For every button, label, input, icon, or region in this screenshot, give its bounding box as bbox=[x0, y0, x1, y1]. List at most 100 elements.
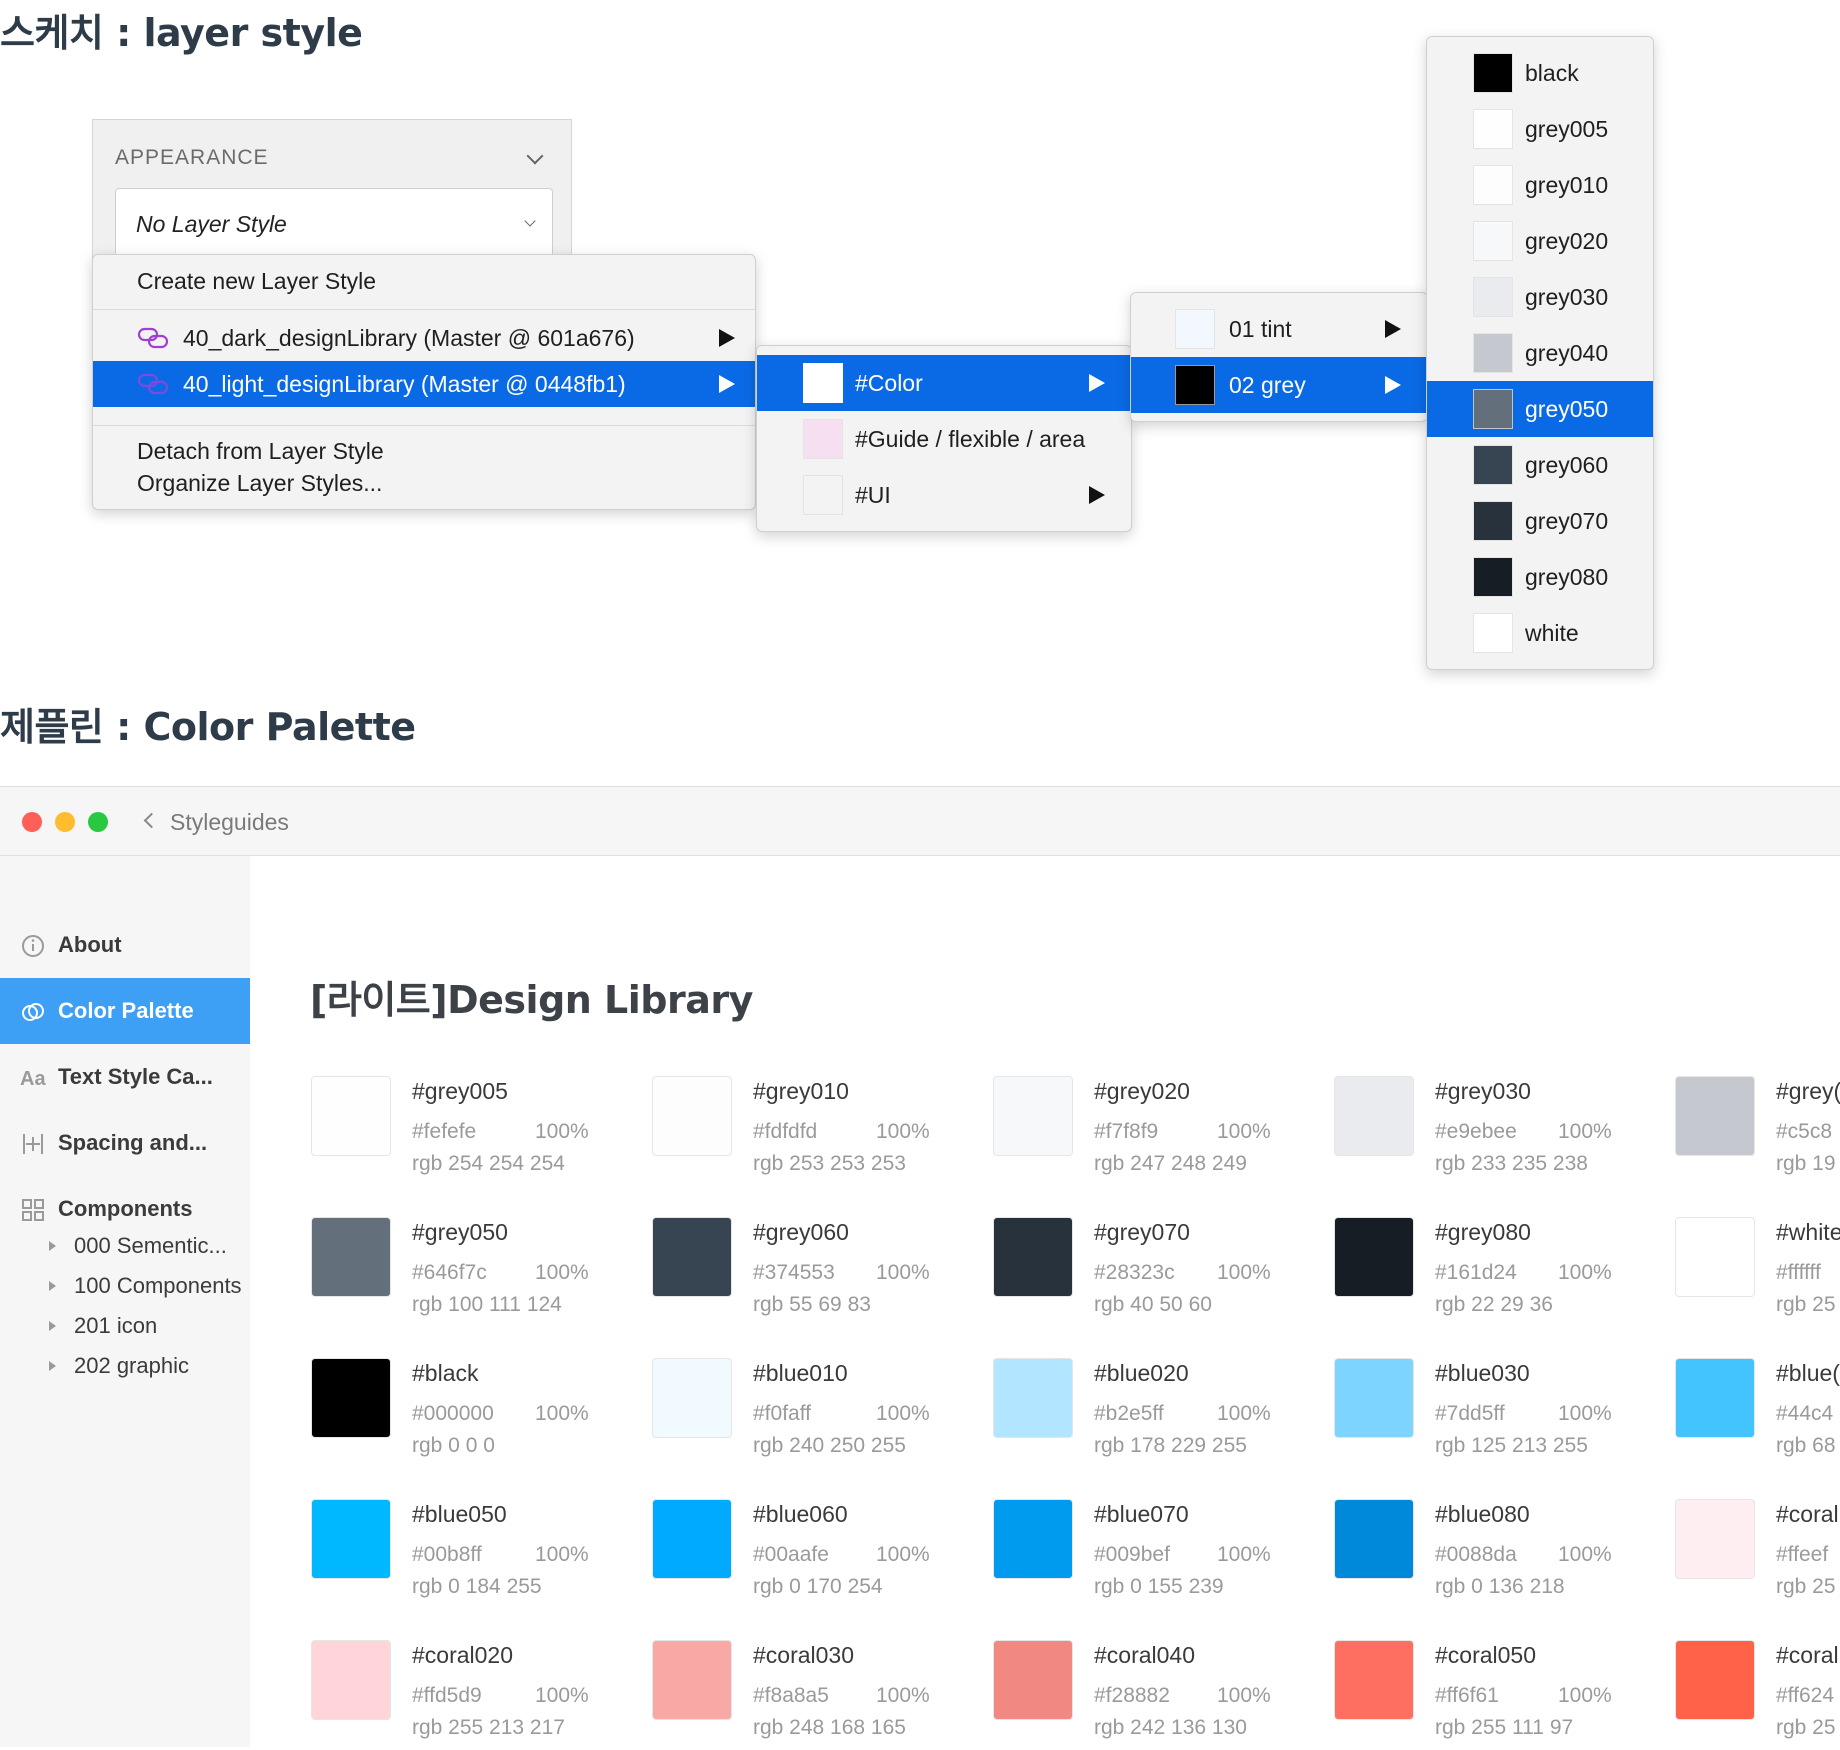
color-card[interactable]: #blue060 #00aafe 100% rgb 0 170 254 bbox=[652, 1499, 992, 1609]
chevron-down-icon[interactable] bbox=[526, 147, 544, 165]
color-card[interactable]: #black #000000 100% rgb 0 0 0 bbox=[311, 1358, 651, 1468]
svg-text:Aa: Aa bbox=[20, 1068, 46, 1090]
color-hex: #ffeef bbox=[1776, 1543, 1829, 1566]
disclosure-triangle-icon[interactable] bbox=[49, 1241, 56, 1251]
breadcrumb[interactable]: Styleguides bbox=[170, 809, 289, 836]
create-layer-style-item[interactable]: Create new Layer Style bbox=[93, 255, 755, 307]
color-card[interactable]: #coral #ffeef rgb 25 bbox=[1675, 1499, 1840, 1609]
color-swatch bbox=[1675, 1640, 1755, 1720]
components-icon bbox=[20, 1197, 46, 1223]
color-card[interactable]: #blue010 #f0faff 100% rgb 240 250 255 bbox=[652, 1358, 992, 1468]
color-card[interactable]: #white #ffffff rgb 25 bbox=[1675, 1217, 1840, 1327]
menu-item[interactable]: 01 tint bbox=[1131, 301, 1427, 357]
color-card[interactable]: #blue(#44c4 rgb 68 bbox=[1675, 1358, 1840, 1468]
disclosure-triangle-icon[interactable] bbox=[49, 1281, 56, 1291]
library-item[interactable]: 40_dark_designLibrary (Master @ 601a676) bbox=[93, 315, 755, 361]
menu-item-label: grey050 bbox=[1525, 395, 1609, 422]
minimize-window-button[interactable] bbox=[55, 812, 75, 832]
color-hex: #f7f8f9 bbox=[1094, 1120, 1159, 1143]
color-card[interactable]: #coral040 #f28882 100% rgb 242 136 130 bbox=[993, 1640, 1333, 1750]
zoom-window-button[interactable] bbox=[88, 812, 108, 832]
color-rgb: rgb 0 155 239 bbox=[1094, 1575, 1224, 1598]
color-card[interactable]: #blue020 #b2e5ff 100% rgb 178 229 255 bbox=[993, 1358, 1333, 1468]
color-card[interactable]: #coral030 #f8a8a5 100% rgb 248 168 165 bbox=[652, 1640, 992, 1750]
color-swatch bbox=[1473, 501, 1513, 541]
color-card[interactable]: #coral #ff624 rgb 25 bbox=[1675, 1640, 1840, 1750]
back-chevron-icon[interactable] bbox=[143, 812, 160, 829]
color-hex: #44c4 bbox=[1776, 1402, 1834, 1425]
component-tree-item[interactable]: 201 icon bbox=[0, 1313, 250, 1345]
component-tree-item[interactable]: 000 Sementic... bbox=[0, 1233, 250, 1265]
color-hex: #374553 bbox=[753, 1261, 835, 1284]
tree-item-label: 100 Components bbox=[74, 1273, 242, 1298]
menu-item[interactable]: grey080 bbox=[1427, 549, 1653, 605]
color-card[interactable]: #coral050 #ff6f61 100% rgb 255 111 97 bbox=[1334, 1640, 1674, 1750]
color-card[interactable]: #grey020 #f7f8f9 100% rgb 247 248 249 bbox=[993, 1076, 1333, 1186]
color-card[interactable]: #blue030 #7dd5ff 100% rgb 125 213 255 bbox=[1334, 1358, 1674, 1468]
disclosure-triangle-icon[interactable] bbox=[49, 1361, 56, 1371]
menu-item[interactable]: #Color bbox=[757, 355, 1131, 411]
sidebar-item[interactable]: Color Palette bbox=[0, 978, 250, 1044]
color-name: #white bbox=[1776, 1219, 1840, 1245]
color-rgb: rgb 255 111 97 bbox=[1435, 1716, 1574, 1739]
color-rgb: rgb 25 bbox=[1776, 1293, 1836, 1316]
menu-item[interactable]: #Guide / flexible / area bbox=[757, 411, 1131, 467]
submenu-arrow-icon bbox=[1089, 374, 1105, 392]
color-card[interactable]: #grey010 #fdfdfd 100% rgb 253 253 253 bbox=[652, 1076, 992, 1186]
menu-item[interactable]: #UI bbox=[757, 467, 1131, 523]
color-swatch bbox=[1473, 389, 1513, 429]
color-card[interactable]: #grey005 #fefefe 100% rgb 254 254 254 bbox=[311, 1076, 651, 1186]
menu-item[interactable]: grey005 bbox=[1427, 101, 1653, 157]
organize-label: Organize Layer Styles... bbox=[137, 469, 383, 496]
submenu-arrow-icon bbox=[719, 375, 735, 393]
organize-layer-styles-item[interactable]: Organize Layer Styles... bbox=[93, 467, 755, 499]
menu-divider bbox=[93, 425, 755, 426]
color-swatch bbox=[993, 1076, 1073, 1156]
color-swatch bbox=[1473, 445, 1513, 485]
close-window-button[interactable] bbox=[22, 812, 42, 832]
menu-item[interactable]: 02 grey bbox=[1131, 357, 1427, 413]
color-palette-icon bbox=[20, 999, 46, 1025]
menu-item[interactable]: grey030 bbox=[1427, 269, 1653, 325]
color-card[interactable]: #grey070 #28323c 100% rgb 40 50 60 bbox=[993, 1217, 1333, 1327]
menu-item[interactable]: white bbox=[1427, 605, 1653, 661]
color-opacity: 100% bbox=[1217, 1261, 1271, 1284]
color-card[interactable]: #coral020 #ffd5d9 100% rgb 255 213 217 bbox=[311, 1640, 651, 1750]
color-rgb: rgb 40 50 60 bbox=[1094, 1293, 1212, 1316]
menu-item[interactable]: black bbox=[1427, 45, 1653, 101]
color-card[interactable]: #grey050 #646f7c 100% rgb 100 111 124 bbox=[311, 1217, 651, 1327]
color-card[interactable]: #blue070 #009bef 100% rgb 0 155 239 bbox=[993, 1499, 1333, 1609]
color-swatch bbox=[1334, 1640, 1414, 1720]
menu-item[interactable]: grey070 bbox=[1427, 493, 1653, 549]
color-opacity: 100% bbox=[876, 1684, 930, 1707]
color-card[interactable]: #blue080 #0088da 100% rgb 0 136 218 bbox=[1334, 1499, 1674, 1609]
color-opacity: 100% bbox=[876, 1120, 930, 1143]
component-tree-item[interactable]: 100 Components bbox=[0, 1273, 250, 1305]
library-item[interactable]: 40_light_designLibrary (Master @ 0448fb1… bbox=[93, 361, 755, 407]
sidebar-item[interactable]: About bbox=[0, 912, 250, 978]
detach-layer-style-item[interactable]: Detach from Layer Style bbox=[93, 435, 755, 467]
component-tree-item[interactable]: 202 graphic bbox=[0, 1353, 250, 1385]
color-name: #blue010 bbox=[753, 1360, 848, 1386]
color-swatch bbox=[1473, 333, 1513, 373]
menu-item[interactable]: grey010 bbox=[1427, 157, 1653, 213]
color-swatch bbox=[311, 1499, 391, 1579]
color-swatch bbox=[1175, 309, 1215, 349]
color-name: #blue( bbox=[1776, 1360, 1840, 1386]
category-menu: #Color #Guide / flexible / area #UI bbox=[756, 345, 1132, 532]
color-card[interactable]: #grey030 #e9ebee 100% rgb 233 235 238 bbox=[1334, 1076, 1674, 1186]
color-name: #coral040 bbox=[1094, 1642, 1196, 1668]
layer-style-select[interactable]: No Layer Style bbox=[115, 188, 553, 258]
color-card[interactable]: #grey080 #161d24 100% rgb 22 29 36 bbox=[1334, 1217, 1674, 1327]
disclosure-triangle-icon[interactable] bbox=[49, 1321, 56, 1331]
sidebar-item[interactable]: Spacing and... bbox=[0, 1110, 250, 1176]
menu-item[interactable]: grey040 bbox=[1427, 325, 1653, 381]
menu-item[interactable]: grey060 bbox=[1427, 437, 1653, 493]
color-card[interactable]: #grey(#c5c8 rgb 19 bbox=[1675, 1076, 1840, 1186]
color-card[interactable]: #grey060 #374553 100% rgb 55 69 83 bbox=[652, 1217, 992, 1327]
menu-item[interactable]: grey050 bbox=[1427, 381, 1653, 437]
color-swatch bbox=[803, 475, 843, 515]
menu-item[interactable]: grey020 bbox=[1427, 213, 1653, 269]
color-card[interactable]: #blue050 #00b8ff 100% rgb 0 184 255 bbox=[311, 1499, 651, 1609]
sidebar-item[interactable]: Aa Text Style Ca... bbox=[0, 1044, 250, 1110]
